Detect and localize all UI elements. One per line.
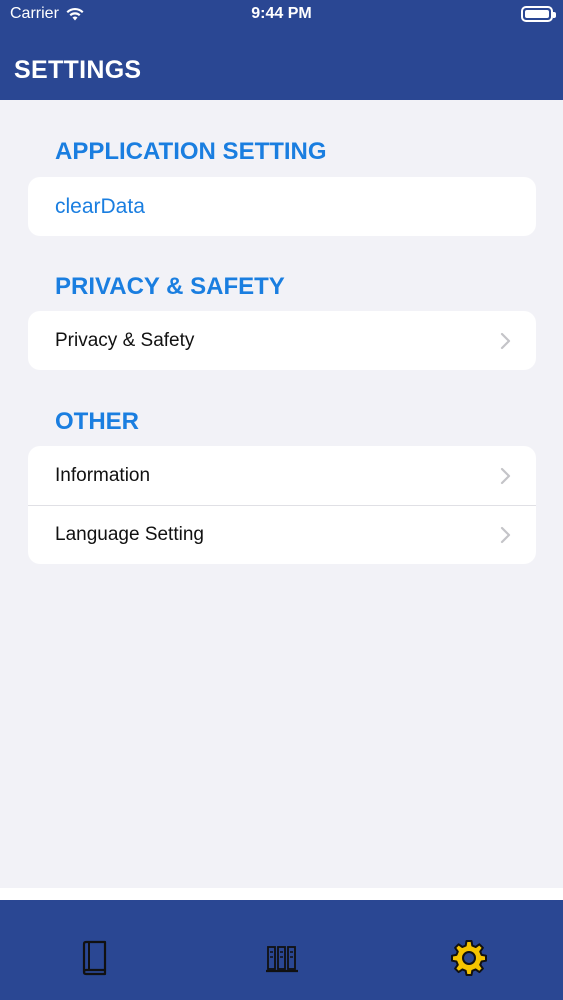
clear-data-label: clearData <box>55 194 145 218</box>
gear-icon <box>451 940 487 976</box>
card-other: Information Language Setting <box>28 446 536 564</box>
card-privacy: Privacy & Safety <box>28 311 536 370</box>
page-title: SETTINGS <box>14 56 142 84</box>
tabbar-divider <box>0 888 563 900</box>
information-row[interactable]: Information <box>28 446 536 505</box>
status-time: 9:44 PM <box>251 5 312 22</box>
language-setting-row[interactable]: Language Setting <box>28 505 536 564</box>
tab-book[interactable] <box>74 938 114 978</box>
book-icon <box>82 940 107 976</box>
privacy-safety-label: Privacy & Safety <box>55 329 195 351</box>
bookshelf-icon <box>266 946 298 973</box>
tab-bookshelf[interactable] <box>262 938 302 978</box>
information-label: Information <box>55 464 151 486</box>
chevron-right-icon <box>500 526 511 544</box>
tab-settings[interactable] <box>449 938 489 978</box>
status-bar: Carrier 9:44 PM <box>0 0 563 30</box>
section-title-privacy: PRIVACY & SAFETY <box>55 273 285 300</box>
section-title-other: OTHER <box>55 408 139 435</box>
language-setting-label: Language Setting <box>55 524 204 545</box>
section-title-application: APPLICATION SETTING <box>55 138 327 165</box>
chevron-right-icon <box>500 467 511 484</box>
chevron-right-icon <box>500 332 511 349</box>
battery-icon <box>521 6 556 22</box>
clear-data-button[interactable]: clearData <box>28 177 536 236</box>
privacy-safety-row[interactable]: Privacy & Safety <box>28 311 536 370</box>
card-application: clearData <box>28 177 536 236</box>
navigation-header: Carrier 9:44 PM SETTINGS <box>0 0 563 100</box>
